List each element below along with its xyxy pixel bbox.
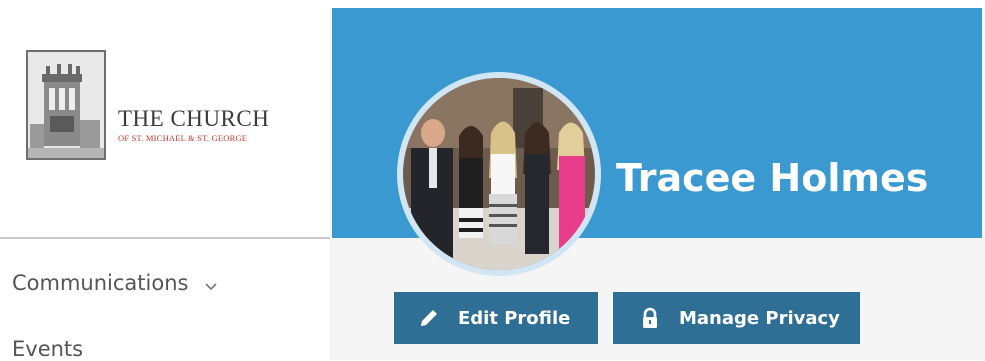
- sidebar-item-label: Communications: [12, 271, 189, 295]
- avatar[interactable]: [397, 72, 601, 276]
- brand-name: THE CHURCH: [118, 106, 270, 131]
- sidebar-item-label: Events: [12, 337, 84, 361]
- manage-privacy-button[interactable]: Manage Privacy: [613, 292, 860, 344]
- sidebar-divider: [0, 237, 330, 239]
- church-logo[interactable]: THE CHURCH OF ST. MICHAEL & ST. GEORGE: [26, 50, 286, 162]
- pencil-icon: [418, 307, 440, 329]
- tower-icon: [28, 52, 104, 158]
- brand-subtitle: OF ST. MICHAEL & ST. GEORGE: [118, 133, 248, 143]
- profile-name: Tracee Holmes: [616, 156, 929, 200]
- top-gap: [330, 0, 985, 8]
- sidebar-item-events[interactable]: Events: [12, 337, 83, 361]
- sidebar-item-communications[interactable]: Communications: [12, 271, 217, 296]
- edit-profile-label: Edit Profile: [458, 307, 571, 329]
- church-tower-illustration: [26, 50, 106, 160]
- chevron-down-icon: [205, 272, 217, 296]
- edit-profile-button[interactable]: Edit Profile: [394, 292, 598, 344]
- manage-privacy-label: Manage Privacy: [679, 307, 840, 329]
- profile-photo: [403, 78, 595, 270]
- sidebar: THE CHURCH OF ST. MICHAEL & ST. GEORGE C…: [0, 0, 330, 361]
- lock-icon: [639, 307, 661, 329]
- family-photo-icon: [403, 78, 595, 270]
